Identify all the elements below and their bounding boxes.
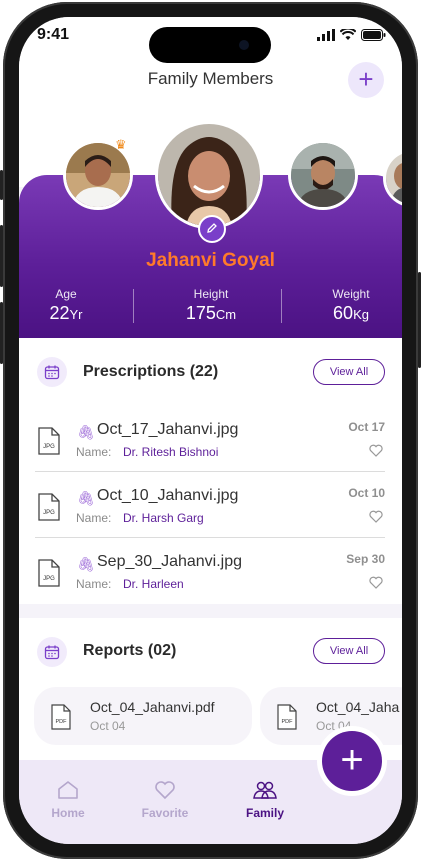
jpg-file-icon: JPG xyxy=(38,493,60,521)
svg-text:JPG: JPG xyxy=(43,444,55,450)
attachment-icon: 🖇 xyxy=(77,556,95,572)
volume-up-button xyxy=(0,225,3,287)
add-member-button[interactable]: + xyxy=(348,62,384,98)
report-filename: Oct_04_Jaha xyxy=(316,699,400,715)
prescription-filename: Oct_10_Jahanvi.jpg xyxy=(97,487,239,504)
stat-value: 60Kg xyxy=(333,303,369,323)
report-filename: Oct_04_Jahanvi.pdf xyxy=(90,699,215,715)
wifi-icon xyxy=(340,29,356,40)
stat-age: Age 22Yr xyxy=(41,287,91,324)
name-label: Name: xyxy=(76,445,112,459)
prescriptions-view-all-button[interactable]: View All xyxy=(313,359,385,385)
heart-icon[interactable] xyxy=(369,510,383,523)
tab-family[interactable]: Family xyxy=(230,780,300,820)
svg-text:PDF: PDF xyxy=(56,719,68,725)
doctor-name: Dr. Harleen xyxy=(123,577,184,591)
volume-down-button xyxy=(0,302,3,364)
stat-label: Height xyxy=(193,287,229,301)
action-button xyxy=(0,170,3,200)
status-icons xyxy=(317,29,386,41)
stat-divider xyxy=(281,289,282,323)
crown-icon: ♛ xyxy=(115,137,127,152)
prescription-row[interactable]: JPG 🖇 Sep_30_Jahanvi.jpg Name: Dr. Harle… xyxy=(35,547,385,611)
page-title: Family Members xyxy=(147,69,274,88)
reports-title: Reports (02) xyxy=(83,642,177,659)
tab-label: Home xyxy=(51,806,85,820)
tab-label: Favorite xyxy=(141,806,189,820)
attachment-icon: 🖇 xyxy=(77,424,95,440)
heart-icon[interactable] xyxy=(369,576,383,589)
svg-text:JPG: JPG xyxy=(43,576,55,582)
attachment-icon: 🖇 xyxy=(77,490,95,506)
name-label: Name: xyxy=(76,511,112,525)
prescription-date: Oct 17 xyxy=(348,420,385,434)
calendar-icon xyxy=(37,637,67,667)
stat-divider xyxy=(133,289,134,323)
prescription-date: Oct 10 xyxy=(348,486,385,500)
pdf-file-icon: PDF xyxy=(277,704,297,730)
tab-label: Family xyxy=(245,806,284,820)
battery-icon xyxy=(361,29,386,41)
heart-icon xyxy=(155,781,175,800)
stat-label: Age xyxy=(55,287,77,301)
family-icon xyxy=(253,781,277,799)
stat-value: 175Cm xyxy=(185,303,237,323)
prescription-row[interactable]: JPG 🖇 Oct_17_Jahanvi.jpg Name: Dr. Rites… xyxy=(35,415,385,479)
stat-height: Height 175Cm xyxy=(171,287,251,324)
doctor-name: Dr. Harsh Garg xyxy=(123,511,204,525)
pdf-file-icon: PDF xyxy=(51,704,71,730)
row-divider xyxy=(35,537,385,538)
screen: 9:41 Family Members + ♛ Jahanvi Goyal Ag… xyxy=(19,17,402,844)
heart-icon[interactable] xyxy=(369,444,383,457)
home-icon xyxy=(58,781,78,799)
stat-value: 22Yr xyxy=(49,303,83,323)
avatar-member-3[interactable] xyxy=(288,140,358,210)
tab-home[interactable]: Home xyxy=(33,780,103,820)
dynamic-island xyxy=(149,27,271,63)
prescriptions-title: Prescriptions (22) xyxy=(83,363,219,380)
row-divider xyxy=(35,471,385,472)
avatar-photo-3 xyxy=(291,143,355,207)
prescription-row[interactable]: JPG 🖇 Oct_10_Jahanvi.jpg Name: Dr. Harsh… xyxy=(35,481,385,545)
stat-label: Weight xyxy=(332,287,370,301)
report-card[interactable]: PDF Oct_04_Jaha Oct 04 xyxy=(260,687,402,745)
doctor-name: Dr. Ritesh Bishnoi xyxy=(123,445,219,459)
calendar-icon xyxy=(37,357,67,387)
jpg-file-icon: JPG xyxy=(38,427,60,455)
svg-text:PDF: PDF xyxy=(282,719,294,725)
tab-favorite[interactable]: Favorite xyxy=(130,780,200,820)
avatar-selected[interactable] xyxy=(155,121,263,229)
avatar-photo-selected xyxy=(158,124,260,226)
name-label: Name: xyxy=(76,577,112,591)
pencil-icon xyxy=(207,223,217,233)
report-date: Oct 04 xyxy=(90,719,126,733)
stat-weight: Weight 60Kg xyxy=(323,287,379,324)
signal-icon xyxy=(317,29,335,41)
report-card[interactable]: PDF Oct_04_Jahanvi.pdf Oct 04 xyxy=(34,687,252,745)
reports-view-all-button[interactable]: View All xyxy=(313,638,385,664)
status-time: 9:41 xyxy=(37,26,70,43)
add-record-button[interactable]: + xyxy=(322,731,382,791)
edit-profile-button[interactable] xyxy=(198,215,226,243)
prescription-filename: Oct_17_Jahanvi.jpg xyxy=(97,421,239,438)
profile-name: Jahanvi Goyal xyxy=(146,250,275,271)
prescription-date: Sep 30 xyxy=(346,552,385,566)
prescription-filename: Sep_30_Jahanvi.jpg xyxy=(97,553,243,570)
jpg-file-icon: JPG xyxy=(38,559,60,587)
svg-text:JPG: JPG xyxy=(43,510,55,516)
profile-stats: Age 22Yr Height 175Cm Weight 60Kg xyxy=(19,287,402,327)
